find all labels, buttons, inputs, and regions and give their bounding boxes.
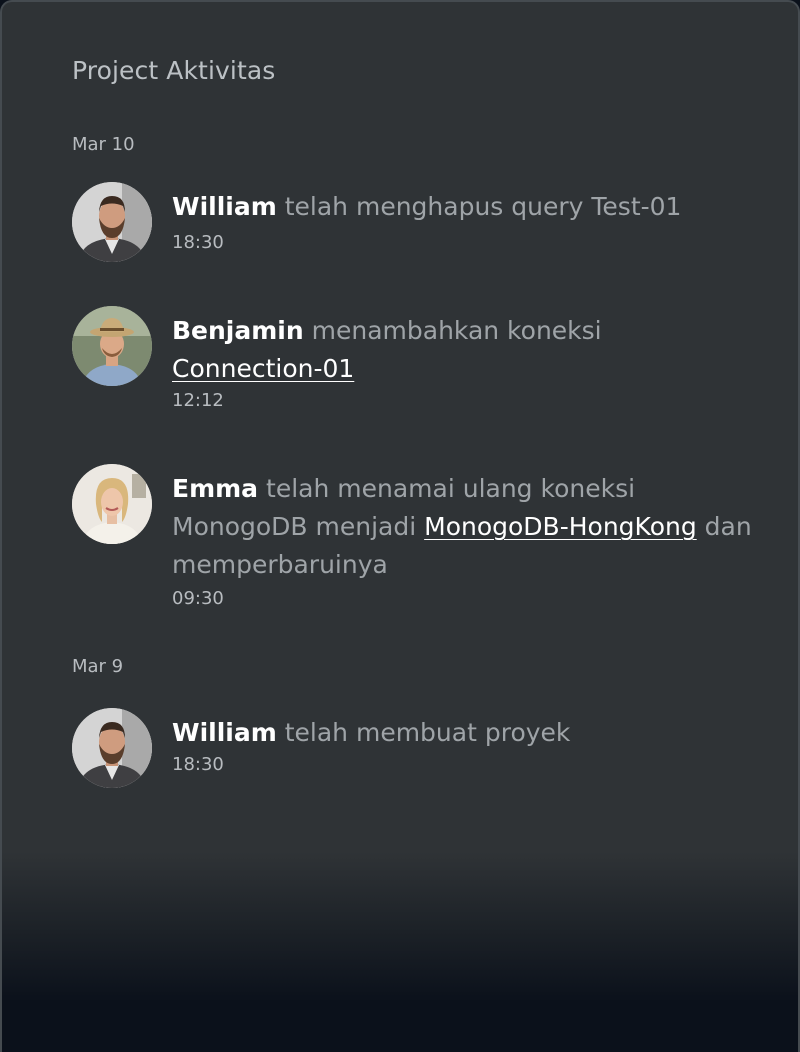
- activity-action: telah menghapus query Test-01: [284, 192, 682, 221]
- user-name[interactable]: Benjamin: [172, 316, 304, 345]
- activity-text: Benjamin menambahkan koneksi Connection-…: [172, 312, 752, 388]
- panel-title: Project Aktivitas: [72, 56, 276, 85]
- connection-link[interactable]: MonogoDB-HongKong: [424, 512, 697, 541]
- connection-link[interactable]: Connection-01: [172, 354, 354, 383]
- date-header: Mar 10: [72, 134, 135, 155]
- user-name[interactable]: William: [172, 192, 277, 221]
- avatar-william[interactable]: [72, 708, 152, 788]
- date-header: Mar 9: [72, 656, 124, 677]
- project-activity-panel: Project Aktivitas Mar 10 William telah m…: [0, 0, 800, 1052]
- activity-time: 18:30: [172, 232, 224, 253]
- activity-text: Emma telah menamai ulang koneksi MonogoD…: [172, 470, 752, 584]
- activity-text: William telah menghapus query Test-01: [172, 188, 752, 226]
- avatar-benjamin[interactable]: [72, 306, 152, 386]
- activity-time: 18:30: [172, 754, 224, 775]
- activity-action: telah membuat proyek: [284, 718, 571, 747]
- activity-action: menambahkan koneksi: [311, 316, 602, 345]
- activity-time: 12:12: [172, 390, 224, 411]
- avatar-emma[interactable]: [72, 464, 152, 544]
- avatar-william[interactable]: [72, 182, 152, 262]
- user-name[interactable]: William: [172, 718, 277, 747]
- activity-time: 09:30: [172, 588, 224, 609]
- activity-text: William telah membuat proyek: [172, 714, 752, 752]
- user-name[interactable]: Emma: [172, 474, 258, 503]
